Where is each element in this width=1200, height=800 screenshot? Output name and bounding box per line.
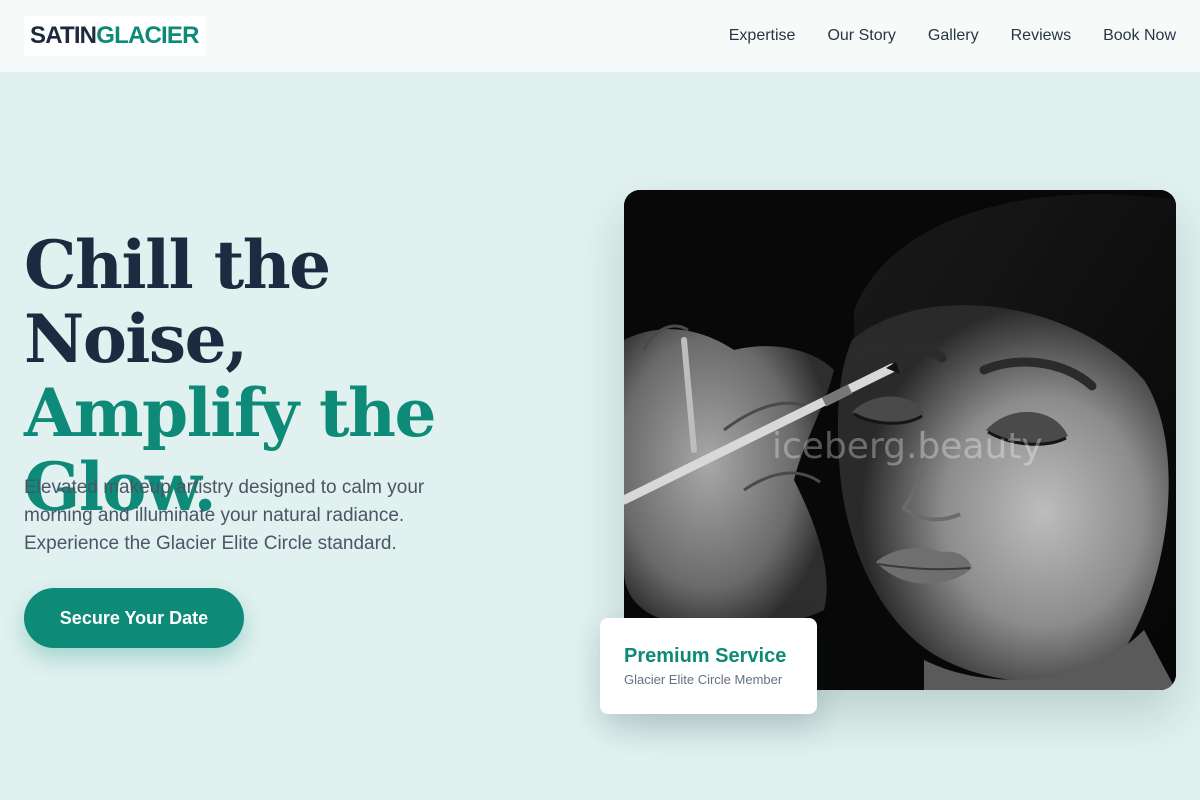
site-header: SATIN GLACIER Expertise Our Story Gallery… [0,0,1200,72]
hero-description: Elevated makeup artistry designed to cal… [24,477,425,554]
nav-item-expertise[interactable]: Expertise [729,27,796,45]
premium-service-card: Premium Service Glacier Elite Circle Mem… [600,618,817,714]
premium-service-subtitle: Glacier Elite Circle Member [624,672,783,687]
secure-your-date-button[interactable]: Secure Your Date [24,588,244,648]
main-nav: Expertise Our Story Gallery Reviews Book… [697,27,1176,45]
nav-item-reviews[interactable]: Reviews [1011,27,1071,45]
premium-service-title: Premium Service [624,645,787,667]
hero-title-line1: Chill the Noise, [24,226,331,378]
hero-title-line2: Amplify the [24,374,437,452]
hero-photo: iceberg.beauty [624,190,1176,690]
brand-logo-part2: GLACIER [96,22,199,49]
nav-item-book-now[interactable]: Book Now [1103,27,1176,45]
brand-logo[interactable]: SATIN GLACIER [24,16,205,56]
photo-watermark: iceberg.beauty [772,426,1043,467]
brand-logo-part1: SATIN [30,22,97,49]
nav-item-our-story[interactable]: Our Story [827,27,895,45]
nav-item-gallery[interactable]: Gallery [928,27,979,45]
